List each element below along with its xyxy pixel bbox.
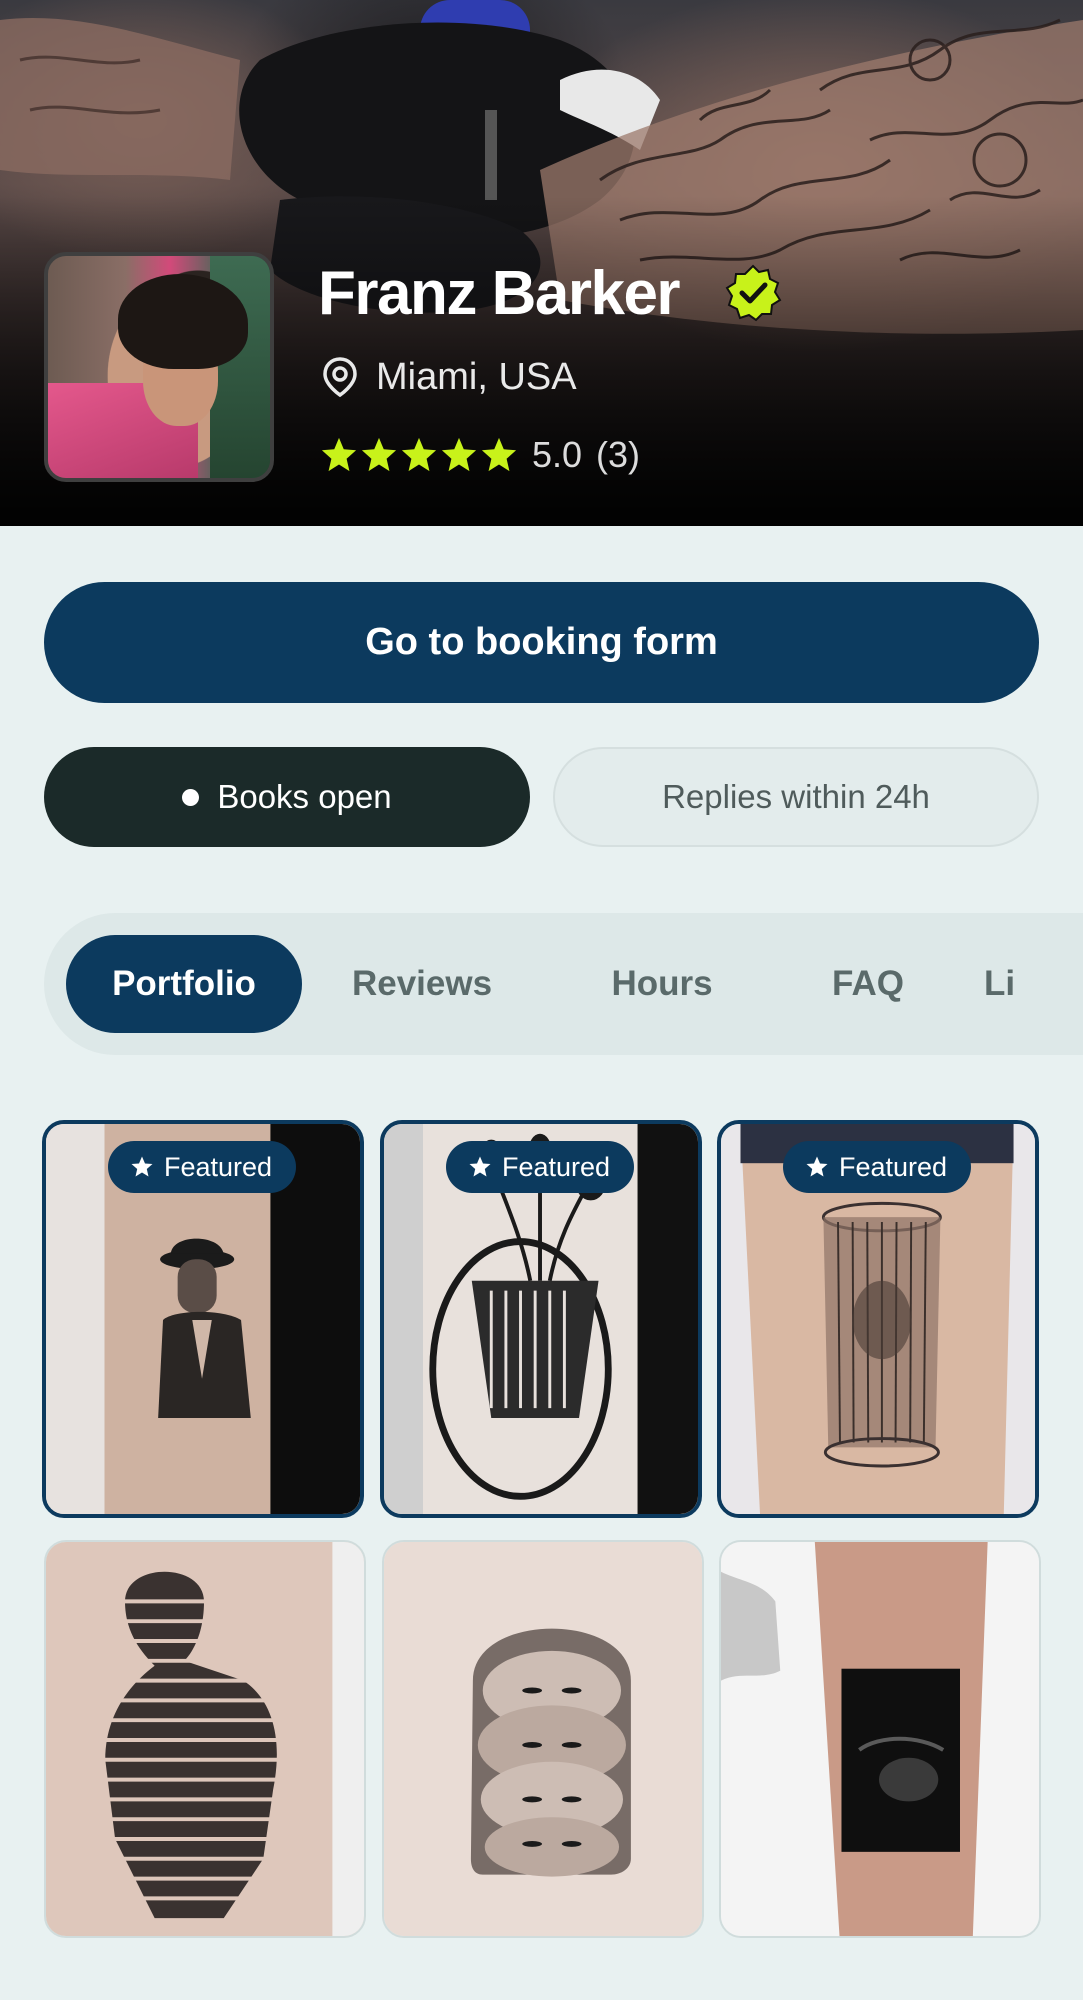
map-pin-icon (323, 357, 357, 398)
verified-badge-icon (725, 264, 782, 322)
review-count: (3) (596, 434, 641, 475)
profile-hero: Franz Barker Miami, USA 5.0 (3) (0, 0, 1083, 526)
booking-form-button[interactable]: Go to booking form (44, 582, 1039, 703)
rating-stars (320, 436, 518, 474)
star-icon (806, 1156, 828, 1177)
artist-avatar[interactable] (44, 252, 274, 482)
books-open-label: Books open (217, 778, 392, 815)
portfolio-image (721, 1542, 1039, 1936)
featured-label: Featured (164, 1151, 273, 1182)
star-icon (481, 437, 517, 472)
reply-time-badge: Replies within 24h (553, 747, 1039, 847)
location-text: Miami, USA (376, 355, 577, 398)
portfolio-item[interactable]: Featured (717, 1120, 1039, 1518)
tab-hours[interactable]: Hours (542, 935, 782, 1033)
star-icon (441, 437, 477, 472)
star-icon (361, 437, 397, 472)
books-open-badge: Books open (44, 747, 530, 847)
status-dot-icon (182, 788, 200, 806)
portfolio-item[interactable] (382, 1540, 704, 1938)
featured-label: Featured (502, 1151, 611, 1182)
star-icon (321, 437, 357, 472)
portfolio-item[interactable]: Featured (42, 1120, 364, 1518)
profile-tabs: Portfolio Reviews Hours FAQ Li (44, 913, 1083, 1055)
star-icon (401, 437, 437, 472)
portfolio-image (46, 1542, 364, 1936)
tab-portfolio[interactable]: Portfolio (66, 935, 302, 1033)
portfolio-item[interactable]: Featured (380, 1120, 702, 1518)
featured-badge: Featured (108, 1141, 297, 1193)
rating-value: 5.0 (532, 434, 583, 475)
star-icon (131, 1156, 153, 1177)
portfolio-item[interactable] (719, 1540, 1041, 1938)
tab-faq[interactable]: FAQ (782, 935, 954, 1033)
featured-badge: Featured (783, 1141, 972, 1193)
star-icon (469, 1156, 491, 1177)
portfolio-image (384, 1542, 702, 1936)
portfolio-item[interactable] (44, 1540, 366, 1938)
artist-location: Miami, USA (322, 352, 577, 402)
artist-name: Franz Barker (318, 259, 681, 328)
artist-rating[interactable]: 5.0 (3) (320, 430, 640, 480)
featured-badge: Featured (446, 1141, 635, 1193)
reply-time-label: Replies within 24h (662, 778, 930, 815)
featured-label: Featured (839, 1151, 948, 1182)
tab-reviews[interactable]: Reviews (302, 935, 542, 1033)
tab-links[interactable]: Li (954, 935, 1074, 1033)
